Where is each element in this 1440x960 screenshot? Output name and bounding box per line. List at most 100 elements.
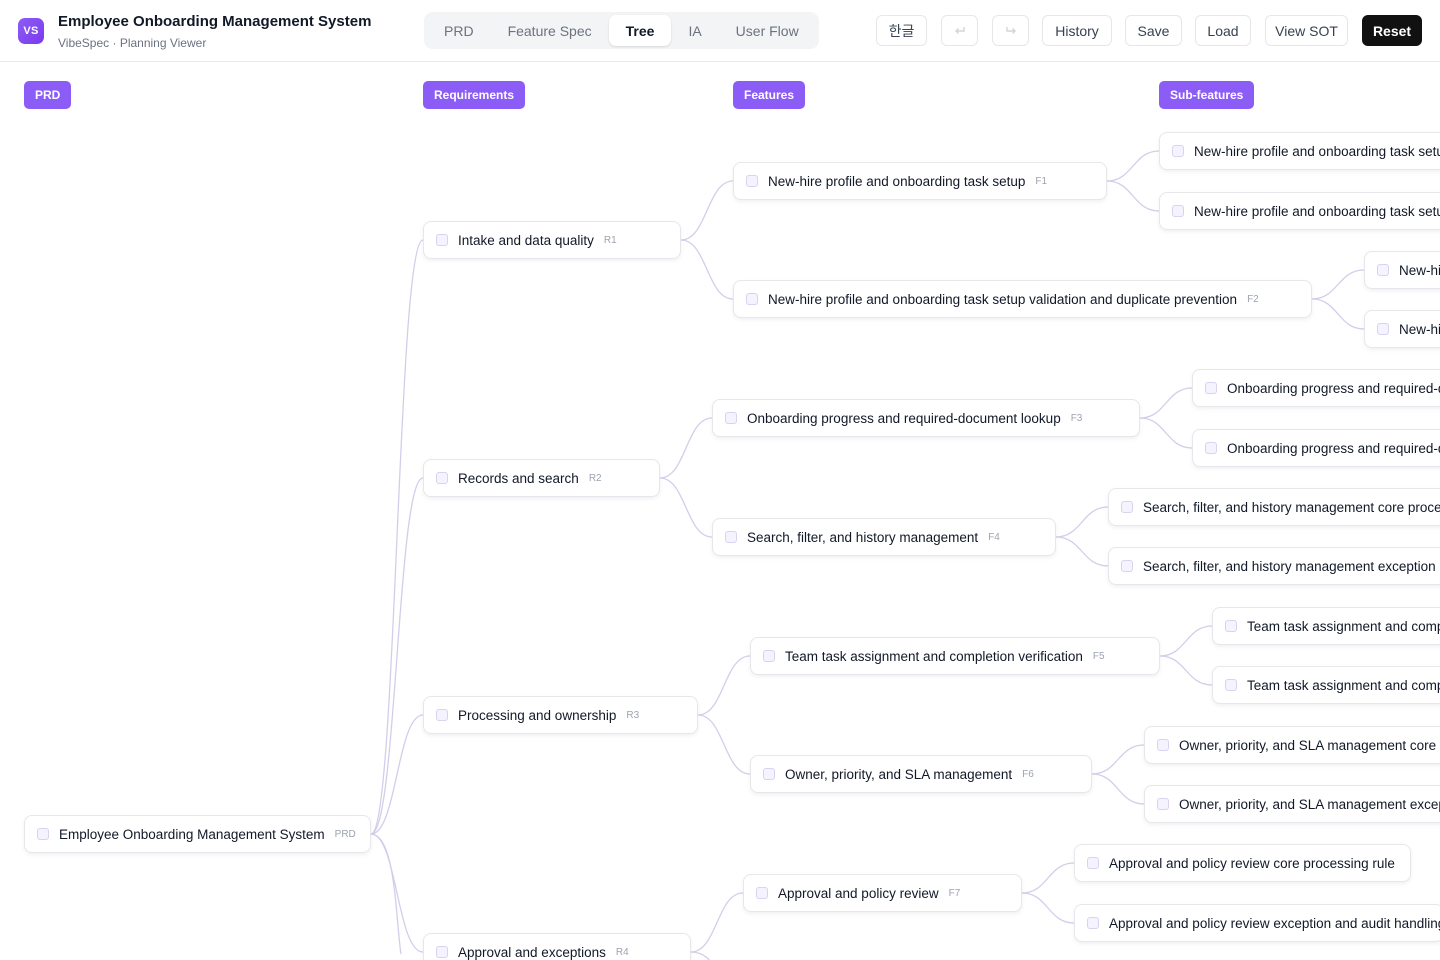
node-checkbox[interactable] <box>1172 205 1184 217</box>
tab-tree[interactable]: Tree <box>608 15 672 46</box>
tree-node-feature[interactable]: Owner, priority, and SLA management F6 <box>750 755 1092 793</box>
tree-connector <box>1091 744 1145 775</box>
node-checkbox[interactable] <box>1172 145 1184 157</box>
tree-node-subfeature[interactable]: New-hi <box>1364 310 1440 348</box>
tree-node-subfeature[interactable]: New-hire profile and onboarding task set… <box>1159 192 1440 230</box>
tab-feature-spec[interactable]: Feature Spec <box>491 15 609 46</box>
node-checkbox[interactable] <box>1225 679 1237 691</box>
node-label: Owner, priority, and SLA management <box>785 766 1013 782</box>
tree-node-requirement[interactable]: Approval and exceptions R4 <box>423 933 691 960</box>
tree-connector <box>1139 417 1193 449</box>
tree-connector <box>697 714 751 775</box>
tree-node-feature[interactable]: Team task assignment and completion veri… <box>750 637 1160 675</box>
tree-node-feature[interactable]: Approval and policy review F7 <box>743 874 1022 912</box>
history-button[interactable]: History <box>1042 15 1112 46</box>
tree-node-requirement[interactable]: Processing and ownership R3 <box>423 696 698 734</box>
node-checkbox[interactable] <box>1205 442 1217 454</box>
tree-node-requirement[interactable]: Intake and data quality R1 <box>423 221 681 259</box>
tree-node-subfeature[interactable]: Team task assignment and comple <box>1212 666 1440 704</box>
tree-node-subfeature[interactable]: Approval and policy review exception and… <box>1074 904 1440 942</box>
node-checkbox[interactable] <box>1205 382 1217 394</box>
node-label: New-hi <box>1399 321 1440 337</box>
node-label: Team task assignment and completion veri… <box>785 648 1083 664</box>
tree-node-subfeature[interactable]: Onboarding progress and required-do <box>1192 369 1440 407</box>
node-code: F5 <box>1092 650 1105 662</box>
tree-connector <box>1159 625 1213 657</box>
tree-node-subfeature[interactable]: Owner, priority, and SLA management core… <box>1144 726 1440 764</box>
tab-ia[interactable]: IA <box>671 15 718 46</box>
node-checkbox[interactable] <box>1087 917 1099 929</box>
node-label: Processing and ownership <box>458 707 617 723</box>
node-checkbox[interactable] <box>1121 560 1133 572</box>
node-checkbox[interactable] <box>436 472 448 484</box>
node-checkbox[interactable] <box>436 946 448 958</box>
tree-node-prd[interactable]: Employee Onboarding Management System PR… <box>24 815 371 853</box>
node-code: PRD <box>334 828 356 840</box>
node-label: Onboarding progress and required-do <box>1227 440 1440 456</box>
view-tabs: PRD Feature Spec Tree IA User Flow <box>424 12 819 49</box>
node-checkbox[interactable] <box>1377 264 1389 276</box>
tree-connector <box>690 951 711 960</box>
tree-node-feature[interactable]: Search, filter, and history management F… <box>712 518 1056 556</box>
tree-canvas[interactable]: PRD Requirements Features Sub-features E… <box>0 63 1440 960</box>
tab-prd[interactable]: PRD <box>427 15 491 46</box>
node-checkbox[interactable] <box>1087 857 1099 869</box>
node-code: R1 <box>603 234 617 246</box>
node-checkbox[interactable] <box>746 175 758 187</box>
node-checkbox[interactable] <box>725 531 737 543</box>
language-toggle-button[interactable]: 한글 <box>876 15 927 46</box>
node-code: R3 <box>626 709 640 721</box>
tab-user-flow[interactable]: User Flow <box>719 15 816 46</box>
node-label: New-hire profile and onboarding task set… <box>1194 203 1440 219</box>
node-label: Records and search <box>458 470 579 486</box>
tree-connector <box>370 239 424 835</box>
node-label: Onboarding progress and required-do <box>1227 380 1440 396</box>
node-checkbox[interactable] <box>1157 798 1169 810</box>
reset-button[interactable]: Reset <box>1362 15 1422 46</box>
tree-connector <box>659 477 713 538</box>
node-label: Intake and data quality <box>458 232 594 248</box>
node-checkbox[interactable] <box>725 412 737 424</box>
node-checkbox[interactable] <box>763 650 775 662</box>
tree-node-feature[interactable]: New-hire profile and onboarding task set… <box>733 280 1312 318</box>
node-checkbox[interactable] <box>756 887 768 899</box>
tree-node-requirement[interactable]: Records and search R2 <box>423 459 660 497</box>
tree-connector <box>1311 269 1365 300</box>
tree-connector <box>690 892 744 953</box>
load-button[interactable]: Load <box>1195 15 1251 46</box>
node-checkbox[interactable] <box>436 709 448 721</box>
tree-connector <box>659 417 713 479</box>
tree-node-subfeature[interactable]: Search, filter, and history management c… <box>1108 488 1440 526</box>
node-checkbox[interactable] <box>1377 323 1389 335</box>
tree-node-feature[interactable]: New-hire profile and onboarding task set… <box>733 162 1107 200</box>
tree-connector <box>1159 655 1213 686</box>
node-checkbox[interactable] <box>1225 620 1237 632</box>
node-code: F6 <box>1022 768 1034 780</box>
undo-icon <box>954 26 965 34</box>
view-sot-button[interactable]: View SOT <box>1265 15 1348 46</box>
tree-node-subfeature[interactable]: Onboarding progress and required-do <box>1192 429 1440 467</box>
node-checkbox[interactable] <box>1157 739 1169 751</box>
column-label-sub-features: Sub-features <box>1159 81 1255 109</box>
tree-node-subfeature[interactable]: New-hi <box>1364 251 1440 289</box>
tree-node-feature[interactable]: Onboarding progress and required-documen… <box>712 399 1140 437</box>
tree-node-subfeature[interactable]: New-hire profile and onboarding task set… <box>1159 132 1440 170</box>
redo-button[interactable] <box>992 15 1029 46</box>
column-label-features: Features <box>733 81 806 109</box>
tree-node-subfeature[interactable]: Team task assignment and comple <box>1212 607 1440 645</box>
node-checkbox[interactable] <box>436 234 448 246</box>
tree-connector <box>1021 892 1075 924</box>
node-checkbox[interactable] <box>37 828 49 840</box>
tree-node-subfeature[interactable]: Search, filter, and history management e… <box>1108 547 1440 585</box>
app-title: Employee Onboarding Management System <box>58 13 372 30</box>
node-checkbox[interactable] <box>763 768 775 780</box>
tree-node-subfeature[interactable]: Owner, priority, and SLA management exce… <box>1144 785 1440 823</box>
node-checkbox[interactable] <box>746 293 758 305</box>
node-label: Employee Onboarding Management System <box>59 826 325 842</box>
app-subtitle: VibeSpec · Planning Viewer <box>58 36 207 50</box>
tree-node-subfeature[interactable]: Approval and policy review core processi… <box>1074 844 1411 882</box>
save-button[interactable]: Save <box>1125 15 1182 46</box>
node-checkbox[interactable] <box>1121 501 1133 513</box>
undo-button[interactable] <box>941 15 978 46</box>
column-label-prd: PRD <box>24 81 72 109</box>
